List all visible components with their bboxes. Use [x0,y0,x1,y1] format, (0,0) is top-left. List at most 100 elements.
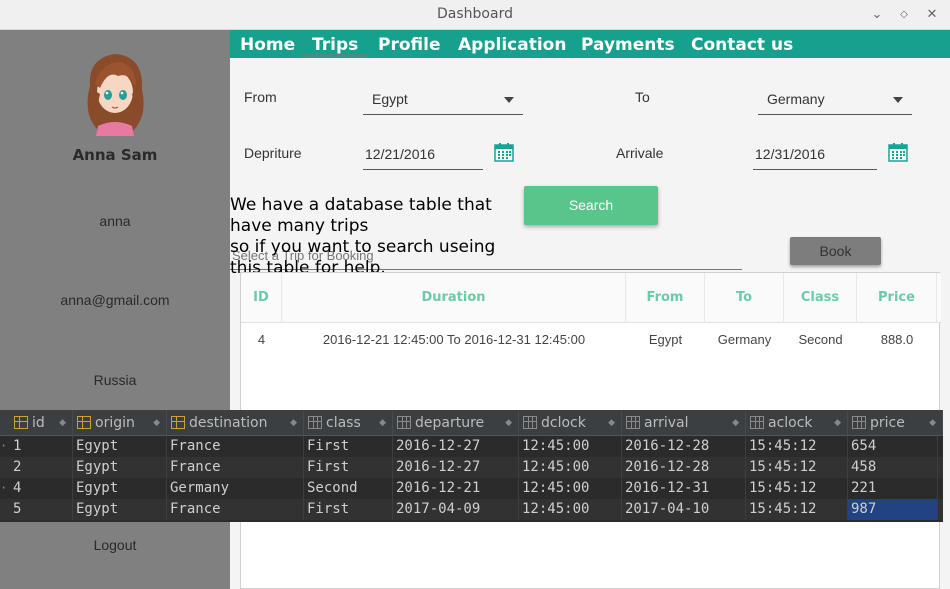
departure-label: Depriture [244,145,302,161]
db-cell[interactable]: Egypt [73,499,167,520]
cell-from: Egypt [648,332,683,347]
db-cell[interactable]: First [304,499,393,520]
close-icon[interactable]: ✕ [922,5,942,25]
window-title: Dashboard [437,6,513,22]
db-cell[interactable]: 2 [10,457,73,478]
db-row[interactable]: 1 Egypt France First 2016-12-27 12:45:00… [0,436,943,457]
db-cell[interactable]: 2016-12-28 [622,457,746,478]
db-cell[interactable]: 12:45:00 [519,478,622,499]
db-cell[interactable]: 2016-12-21 [393,478,519,499]
departure-date-field[interactable]: 12/21/2016 [363,140,483,170]
db-col-dclock[interactable]: dclock ◆ [519,410,622,436]
sort-icon[interactable]: ◆ [505,410,512,436]
db-cell[interactable]: 12:45:00 [519,499,622,520]
nav-home[interactable]: Home [240,35,295,55]
minimize-icon[interactable]: ⌄ [867,5,887,25]
db-cell[interactable]: 2016-12-31 [622,478,746,499]
db-cell[interactable]: 2017-04-09 [393,499,519,520]
sort-icon[interactable]: ◆ [153,410,160,436]
db-cell[interactable]: 15:45:12 [746,499,848,520]
sort-icon[interactable]: ◆ [929,410,936,436]
db-cell[interactable]: Egypt [73,457,167,478]
db-cell[interactable]: 12:45:00 [519,457,622,478]
nav-trips[interactable]: Trips [312,35,358,55]
results-header: ID Duration From To Class Price [241,273,941,323]
db-cell[interactable]: France [167,436,304,457]
sort-icon[interactable]: ◆ [379,410,386,436]
db-col-class[interactable]: class ◆ [304,410,393,436]
db-cell[interactable]: Germany [167,478,304,499]
db-col-price[interactable]: price ◆ [848,410,943,436]
sort-icon[interactable]: ◆ [608,410,615,436]
sort-icon[interactable]: ◆ [290,410,297,436]
db-cell[interactable]: 12:45:00 [519,436,622,457]
sort-icon[interactable]: ◆ [834,410,841,436]
db-col-label: destination [189,415,268,431]
arrival-date-field[interactable]: 12/31/2016 [753,140,877,170]
sort-icon[interactable]: ◆ [732,410,739,436]
col-header-price[interactable]: Price [857,273,937,323]
sort-icon[interactable]: ◆ [59,410,66,436]
db-cell[interactable]: First [304,457,393,478]
db-cell[interactable]: 15:45:12 [746,457,848,478]
db-cell[interactable]: 2016-12-27 [393,436,519,457]
primary-key-icon [14,416,28,429]
nav-application[interactable]: Application [458,35,566,55]
db-cell[interactable]: Egypt [73,436,167,457]
db-cell[interactable]: 654 [848,436,938,457]
db-row[interactable]: 4 Egypt Germany Second 2016-12-21 12:45:… [0,478,943,499]
db-cell[interactable]: 4 [10,478,73,499]
calendar-icon[interactable] [888,142,908,162]
calendar-icon[interactable] [494,142,514,162]
column-icon [397,416,411,429]
db-cell[interactable]: 1 [10,436,73,457]
db-cell[interactable]: Second [304,478,393,499]
col-header-id[interactable]: ID [241,273,282,323]
db-cell[interactable]: 5 [10,499,73,520]
logout-button[interactable]: Logout [0,537,230,553]
nav-payments[interactable]: Payments [581,35,675,55]
db-col-label: id [32,415,45,431]
db-col-label: dclock [541,415,586,431]
nav-profile[interactable]: Profile [378,35,440,55]
column-icon [852,416,866,429]
db-row[interactable]: 2 Egypt France First 2016-12-27 12:45:00… [0,457,943,478]
nav-contact-us[interactable]: Contact us [691,35,793,55]
db-cell[interactable]: 458 [848,457,938,478]
db-col-departure[interactable]: departure ◆ [393,410,519,436]
to-select[interactable]: Germany [758,85,912,115]
db-cell-selected[interactable]: 987 [848,499,938,520]
db-cell[interactable]: 2016-12-28 [622,436,746,457]
user-login: anna [99,213,131,229]
book-button[interactable]: Book [790,237,881,265]
from-select[interactable]: Egypt [363,85,523,115]
table-row[interactable]: 4 2016-12-21 12:45:00 To 2016-12-31 12:4… [241,323,941,357]
column-icon [626,416,640,429]
db-col-arrival[interactable]: arrival ◆ [622,410,746,436]
db-col-id[interactable]: id ◆ [10,410,73,436]
db-cell[interactable]: 221 [848,478,938,499]
db-cell[interactable]: 15:45:12 [746,436,848,457]
col-header-to[interactable]: To [705,273,784,323]
search-button[interactable]: Search [524,186,658,225]
db-col-aclock[interactable]: aclock ◆ [746,410,848,436]
chevron-down-icon [893,97,903,103]
db-cell[interactable]: France [167,499,304,520]
col-header-duration[interactable]: Duration [282,273,626,323]
db-cell[interactable]: Egypt [73,478,167,499]
to-label: To [635,89,650,105]
to-value: Germany [767,91,825,107]
arrival-date-value: 12/31/2016 [755,146,826,162]
db-cell[interactable]: 2016-12-27 [393,457,519,478]
db-row[interactable]: 5 Egypt France First 2017-04-09 12:45:00… [0,499,943,520]
db-col-destination[interactable]: destination ◆ [167,410,304,436]
db-cell[interactable]: First [304,436,393,457]
db-cell[interactable]: France [167,457,304,478]
maximize-icon[interactable]: ◇ [894,5,914,25]
col-header-class[interactable]: Class [784,273,857,323]
db-cell[interactable]: 15:45:12 [746,478,848,499]
db-col-origin[interactable]: origin ◆ [73,410,167,436]
db-cell[interactable]: 2017-04-10 [622,499,746,520]
col-header-from[interactable]: From [626,273,705,323]
from-label: From [244,89,277,105]
